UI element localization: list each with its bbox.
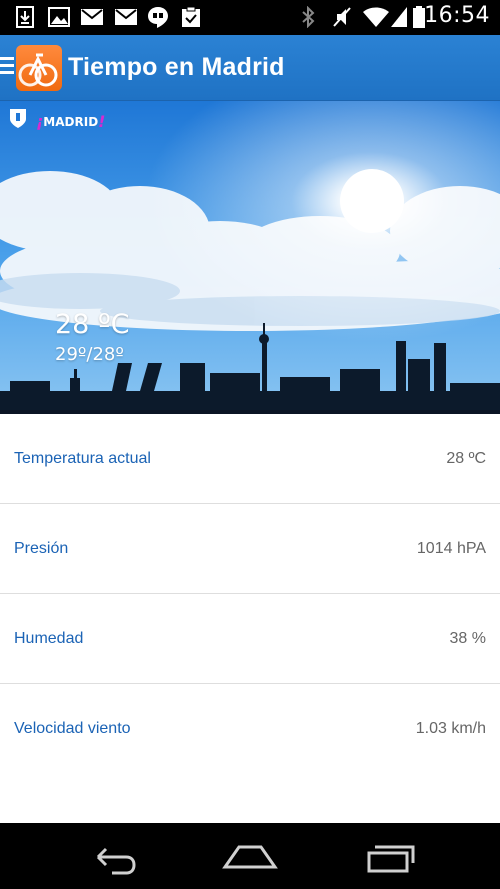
image-icon (48, 7, 70, 27)
gmail-icon (115, 9, 137, 25)
clipboard-check-icon (182, 6, 200, 27)
row-label: Presión (14, 540, 69, 557)
mute-icon (333, 7, 351, 27)
app-title: Tiempo en Madrid (68, 53, 285, 81)
back-icon[interactable] (78, 835, 148, 879)
list-item-temperature[interactable]: Temperatura actual 28 ºC (0, 414, 500, 504)
row-label: Velocidad viento (14, 720, 131, 737)
download-icon (16, 6, 34, 28)
signal-icon (391, 7, 407, 27)
madrid-shield-icon (10, 109, 26, 128)
status-bar: 16:54 (0, 0, 500, 35)
recents-icon[interactable] (355, 835, 425, 879)
row-label: Temperatura actual (14, 450, 151, 467)
app-bar: Tiempo en Madrid (0, 35, 500, 101)
weather-hero: ¡MADRID! 28 ºC 29º/28º (0, 101, 500, 414)
weather-details-list: Temperatura actual 28 ºC Presión 1014 hP… (0, 414, 500, 774)
row-label: Humedad (14, 630, 84, 647)
row-value: 1014 hPA (416, 540, 486, 557)
hangouts-icon (148, 7, 168, 28)
status-time: 16:54 (424, 3, 490, 28)
home-icon[interactable] (215, 835, 285, 879)
bicycle-logo-icon[interactable] (16, 45, 62, 91)
gmail-icon (81, 9, 103, 25)
bluetooth-icon (302, 6, 315, 28)
row-value: 38 % (449, 630, 486, 647)
current-temperature: 28 ºC (55, 309, 130, 340)
navigation-bar (0, 823, 500, 889)
row-value: 1.03 km/h (415, 720, 486, 737)
wifi-icon (363, 7, 389, 27)
menu-icon[interactable] (0, 57, 16, 77)
temperature-range: 29º/28º (55, 344, 124, 365)
list-item-humidity[interactable]: Humedad 38 % (0, 594, 500, 684)
row-value: 28 ºC (446, 450, 486, 467)
sky-illustration (0, 101, 500, 414)
list-item-wind-speed[interactable]: Velocidad viento 1.03 km/h (0, 684, 500, 774)
list-item-pressure[interactable]: Presión 1014 hPA (0, 504, 500, 594)
madrid-brand-text: MADRID (43, 115, 99, 129)
